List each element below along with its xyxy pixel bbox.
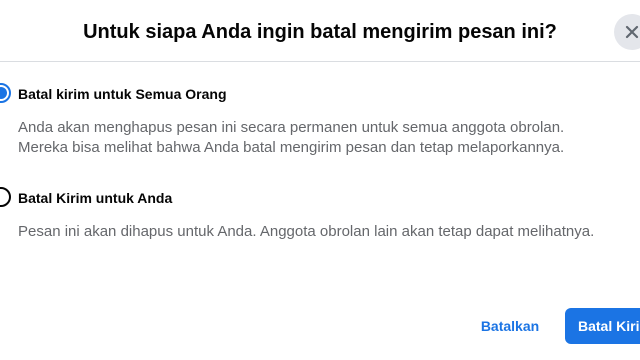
option-label-for-you[interactable]: Batal Kirim untuk Anda <box>18 189 172 207</box>
radio-unsend-for-you[interactable] <box>0 187 11 207</box>
option-label-everyone[interactable]: Batal kirim untuk Semua Orang <box>18 85 227 103</box>
close-button[interactable] <box>614 14 640 50</box>
option-description-for-you: Pesan ini akan dihapus untuk Anda. Anggo… <box>18 223 595 240</box>
close-icon <box>625 25 639 39</box>
unsend-confirm-button[interactable]: Batal Kirim <box>565 308 640 344</box>
option-description-everyone: Anda akan menghapus pesan ini secara per… <box>18 119 565 156</box>
unsend-dialog: Untuk siapa Anda ingin batal mengirim pe… <box>0 0 640 360</box>
dialog-header: Untuk siapa Anda ingin batal mengirim pe… <box>0 0 640 62</box>
dialog-title: Untuk siapa Anda ingin batal mengirim pe… <box>83 21 557 43</box>
dialog-footer: Batalkan Batal Kirim <box>0 300 640 360</box>
radio-unsend-everyone[interactable] <box>0 83 11 103</box>
cancel-button[interactable]: Batalkan <box>470 308 550 344</box>
